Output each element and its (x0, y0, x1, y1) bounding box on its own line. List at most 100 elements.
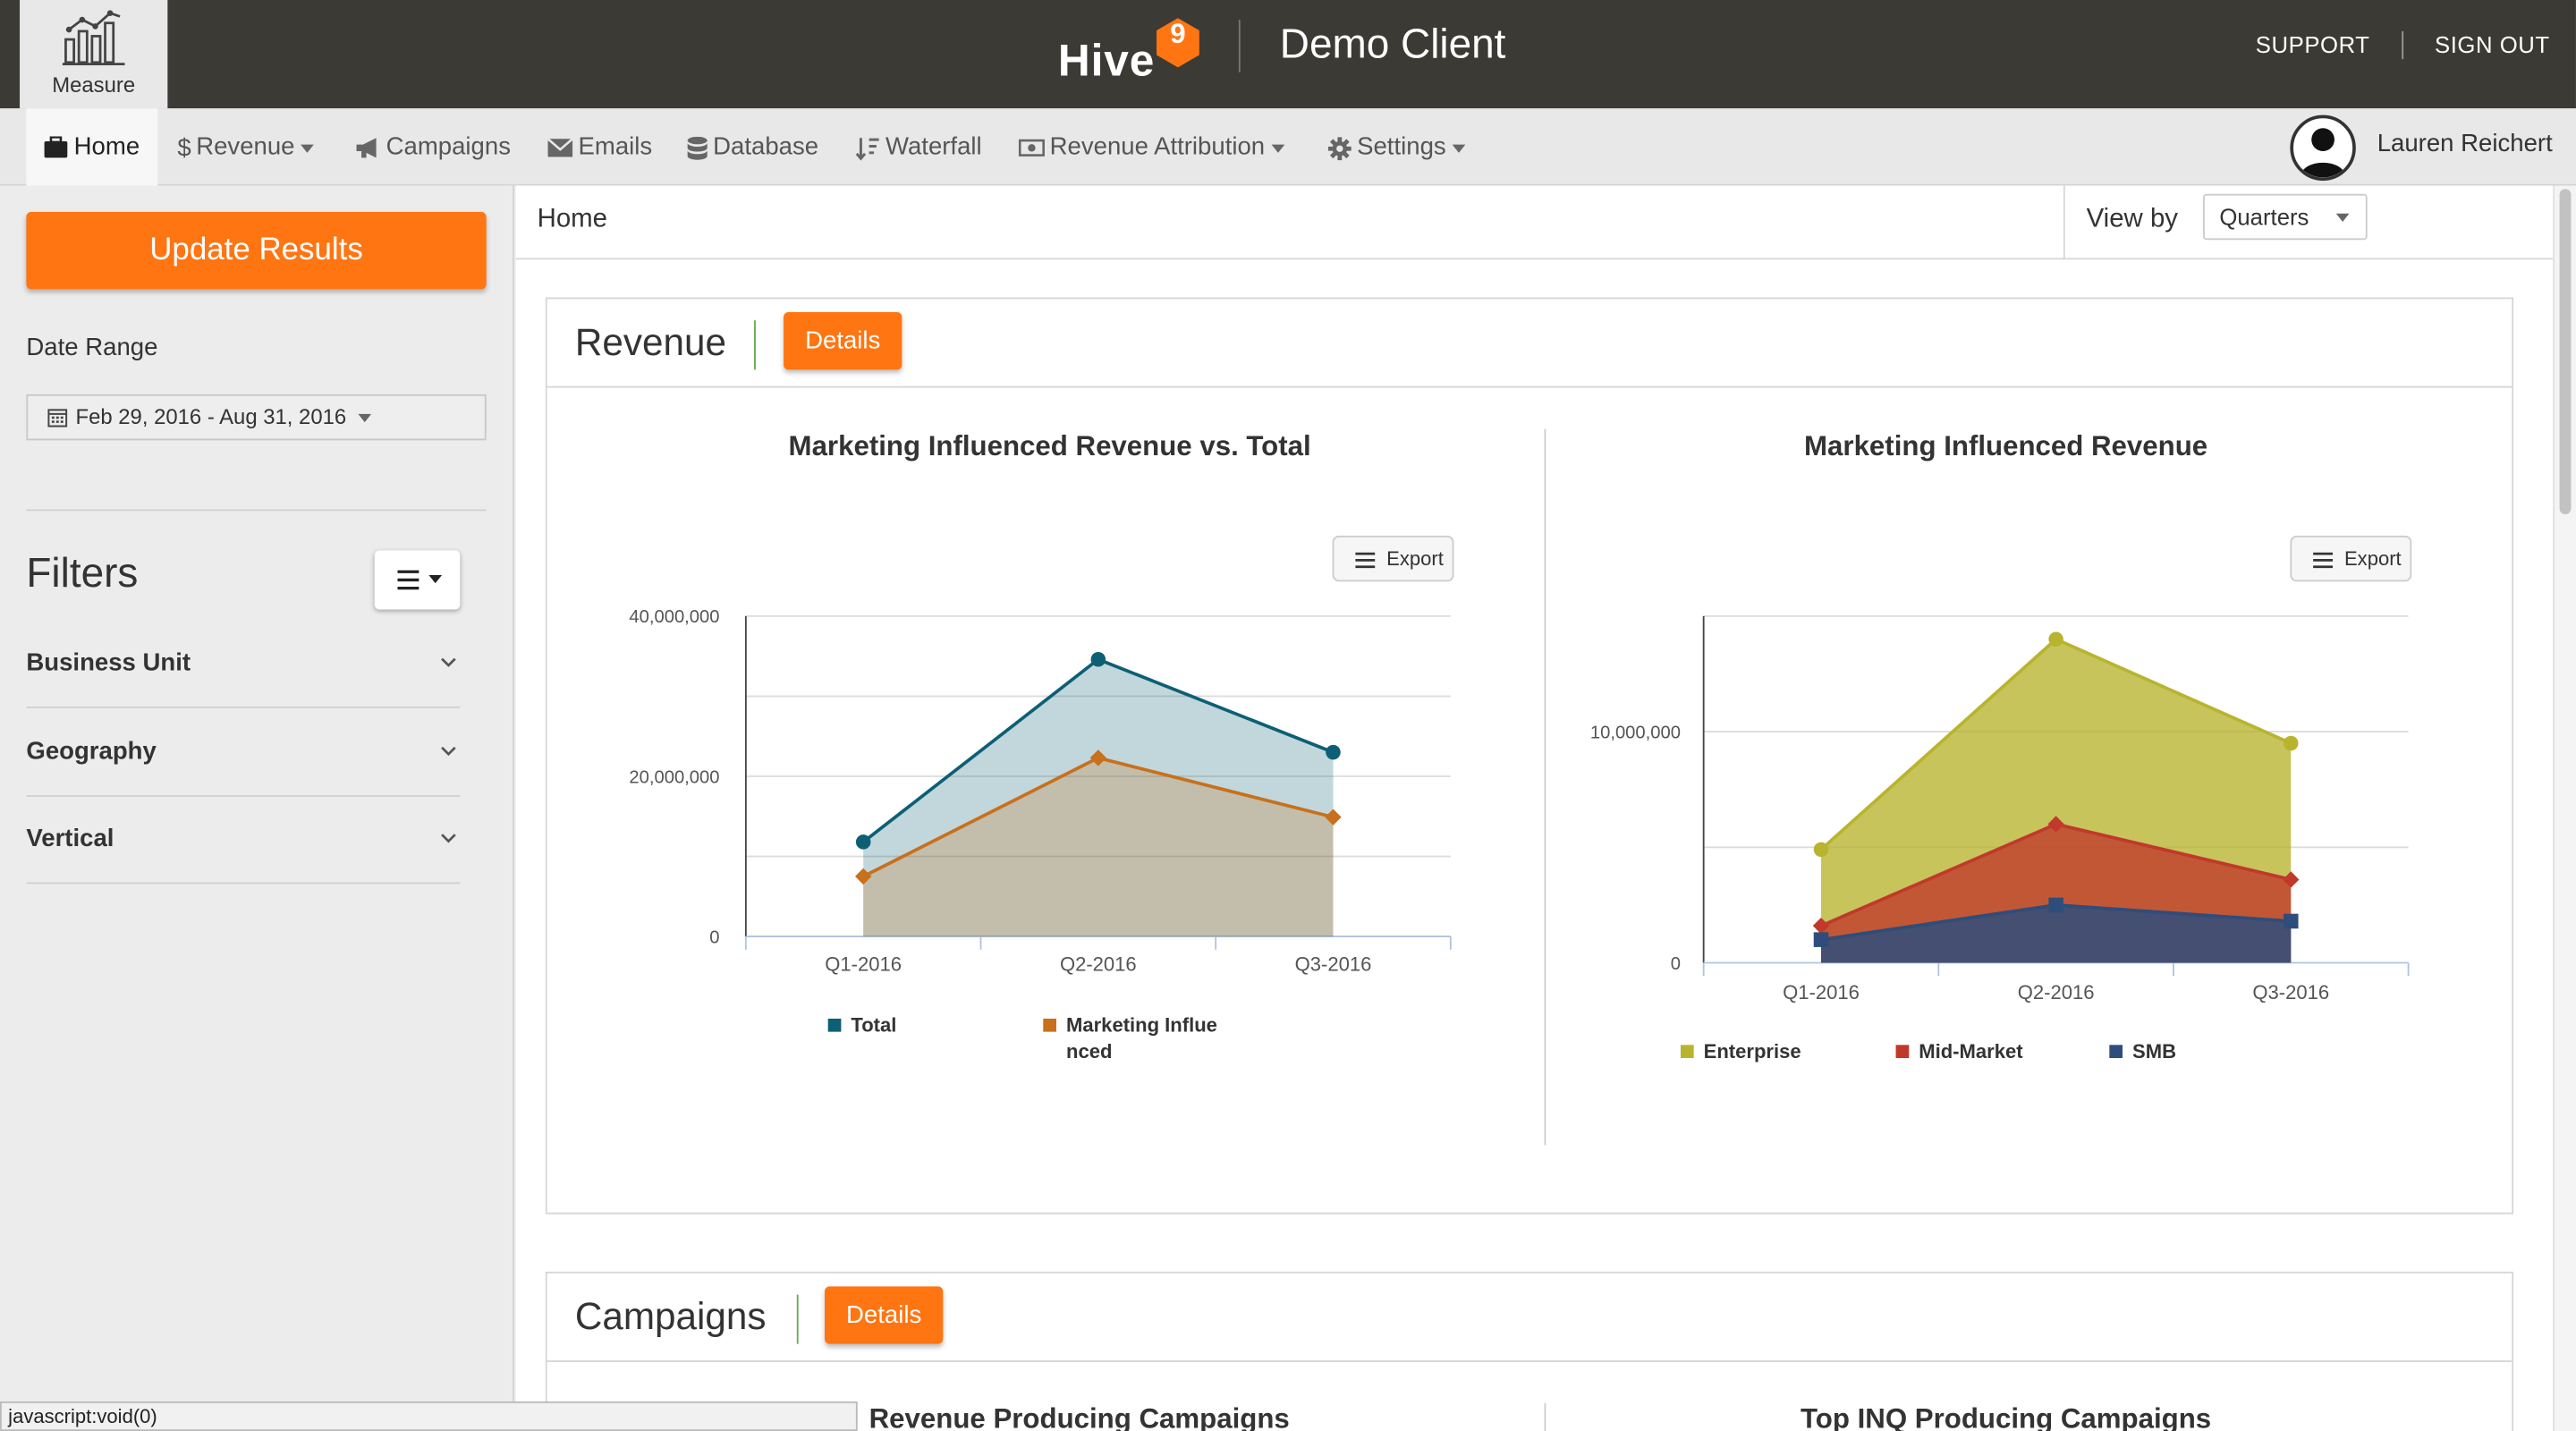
calendar-icon (47, 409, 68, 428)
breadcrumb[interactable]: Home (538, 206, 607, 235)
filters-menu-button[interactable] (374, 550, 461, 610)
scrollbar-thumb[interactable] (2559, 189, 2572, 514)
export-button[interactable]: Export (1332, 535, 1454, 582)
nav-revenue[interactable]: $ Revenue (177, 108, 315, 185)
view-by-value: Quarters (2219, 203, 2309, 231)
nav-campaigns-label: Campaigns (386, 132, 511, 162)
nav-home-label: Home (73, 132, 140, 162)
legend-label-line: nced (1066, 1040, 1112, 1063)
envelope-icon (547, 138, 573, 157)
total-point (1090, 651, 1106, 667)
logo-badge: 9 (1170, 18, 1186, 50)
user-avatar[interactable] (2290, 114, 2356, 182)
chevron-down-icon (301, 143, 315, 152)
measure-label: Measure (52, 72, 136, 97)
nav-revenue-attribution-label: Revenue Attribution (1049, 132, 1266, 162)
support-link[interactable]: SUPPORT (2256, 31, 2370, 57)
chevron-down-icon (358, 414, 371, 423)
export-button[interactable]: Export (2290, 535, 2412, 582)
y-tick-label: 20,000,000 (629, 767, 719, 787)
user-name[interactable]: Lauren Reichert (2377, 130, 2553, 157)
date-range-label: Date Range (26, 333, 158, 362)
legend-swatch (1895, 1045, 1910, 1059)
y-tick-label: 0 (709, 927, 719, 947)
nav-revenue-label: Revenue (196, 132, 295, 162)
nav-home[interactable]: Home (26, 108, 158, 186)
filter-geography-label: Geography (26, 737, 157, 766)
app-root: Measure Hive 9 Demo Client SUPPORT SIGN … (0, 0, 2576, 1431)
enterprise-point (1813, 842, 1829, 858)
chevron-down-icon (441, 834, 456, 843)
chevron-down-icon (441, 746, 456, 757)
breadcrumb-bar: Home View by Quarters (515, 185, 2554, 260)
gear-icon (1327, 136, 1352, 160)
update-results-button[interactable]: Update Results (26, 211, 487, 290)
total-point (855, 834, 871, 850)
total-point (1326, 744, 1341, 760)
y-tick-label: 10,000,000 (1590, 723, 1681, 742)
page-scrollbar[interactable] (2553, 185, 2576, 1431)
sign-out-link[interactable]: SIGN OUT (2435, 31, 2550, 57)
panel-title-bar (796, 1294, 799, 1344)
main-nav: Home $ Revenue Campaigns Emails Database … (0, 108, 2576, 186)
dollar-icon: $ (177, 133, 191, 163)
nav-campaigns[interactable]: Campaigns (355, 108, 511, 185)
y-tick-label: 40,000,000 (629, 607, 719, 627)
revenue-panel: Revenue Details Marketing Influenced Rev… (545, 297, 2514, 1215)
bullhorn-icon (356, 138, 377, 158)
legend-swatch-total (827, 1018, 842, 1032)
x-tick-label: Q1-2016 (825, 953, 902, 976)
chart-title: Marketing Influenced Revenue vs. Total (788, 430, 1311, 462)
enterprise-point (2284, 735, 2299, 751)
hamburger-menu-icon (2313, 552, 2334, 569)
y-tick-label: 0 (1671, 954, 1681, 974)
top-inq-producing-campaigns-title: Top INQ Producing Campaigns (1801, 1402, 2212, 1431)
briefcase-icon (44, 136, 68, 158)
measure-module-button[interactable]: Measure (20, 0, 168, 109)
legend-label: Enterprise (1704, 1040, 1801, 1063)
campaigns-details-button[interactable]: Details (825, 1286, 944, 1344)
nav-emails[interactable]: Emails (547, 108, 652, 185)
hive9-logo[interactable]: Hive 9 (1058, 16, 1216, 92)
logo-text: Hive (1057, 36, 1156, 86)
filter-vertical-label: Vertical (26, 825, 114, 853)
revenue-details-button[interactable]: Details (784, 312, 902, 370)
campaigns-panel-header: Campaigns Details (547, 1274, 2512, 1362)
chart-title: Marketing Influenced Revenue (1804, 430, 2208, 462)
filter-geography[interactable]: Geography (26, 708, 461, 797)
legend-swatch (1680, 1045, 1694, 1059)
filter-vertical[interactable]: Vertical (26, 795, 461, 885)
main-content: Home View by Quarters Revenue Details Ma… (515, 185, 2554, 1431)
nav-settings[interactable]: Settings (1327, 108, 1466, 185)
date-range-picker[interactable]: Feb 29, 2016 - Aug 31, 2016 (26, 394, 487, 441)
smb-point (2048, 897, 2063, 913)
view-by-label: View by (2086, 205, 2178, 233)
chevron-down-icon (1453, 143, 1466, 152)
revenue-panel-header: Revenue Details (547, 299, 2512, 388)
database-icon (687, 135, 708, 159)
user-silhouette-icon (2300, 128, 2346, 178)
export-label: Export (2343, 546, 2402, 571)
nav-waterfall[interactable]: Waterfall (855, 108, 982, 185)
filter-business-unit-label: Business Unit (26, 648, 191, 677)
topbar-divider (1238, 20, 1241, 72)
status-bar-url: javascript:void(0) (0, 1401, 858, 1431)
chevron-down-icon (2335, 213, 2350, 222)
top-bar: Measure Hive 9 Demo Client SUPPORT SIGN … (0, 0, 2576, 109)
view-by-select[interactable]: Quarters (2203, 193, 2368, 241)
x-tick-label: Q3-2016 (1295, 953, 1372, 976)
money-icon (1018, 139, 1045, 157)
filter-business-unit[interactable]: Business Unit (26, 620, 461, 708)
nav-database[interactable]: Database (687, 108, 818, 185)
legend-label: Mid-Market (1919, 1040, 2023, 1063)
x-tick-label: Q2-2016 (2018, 981, 2095, 1003)
marketing-influenced-revenue-chart: 0 10,000,000 Q1-2016 Q2-2016 Q3-2016 Enterpri… (1590, 614, 2410, 1063)
nav-database-label: Database (713, 132, 819, 162)
nav-revenue-attribution[interactable]: Revenue Attribution (1018, 108, 1285, 185)
marketing-influenced-vs-total-chart: 0 20,000,000 40,000,000 Q1-2016 Q2-2016 Q3-20… (629, 607, 1452, 1063)
chevron-down-icon (1271, 143, 1285, 152)
legend-swatch (2109, 1045, 2123, 1059)
revenue-panel-title: Revenue (574, 320, 726, 363)
export-label: Export (1386, 546, 1444, 571)
date-range-value: Feb 29, 2016 - Aug 31, 2016 (75, 403, 347, 429)
